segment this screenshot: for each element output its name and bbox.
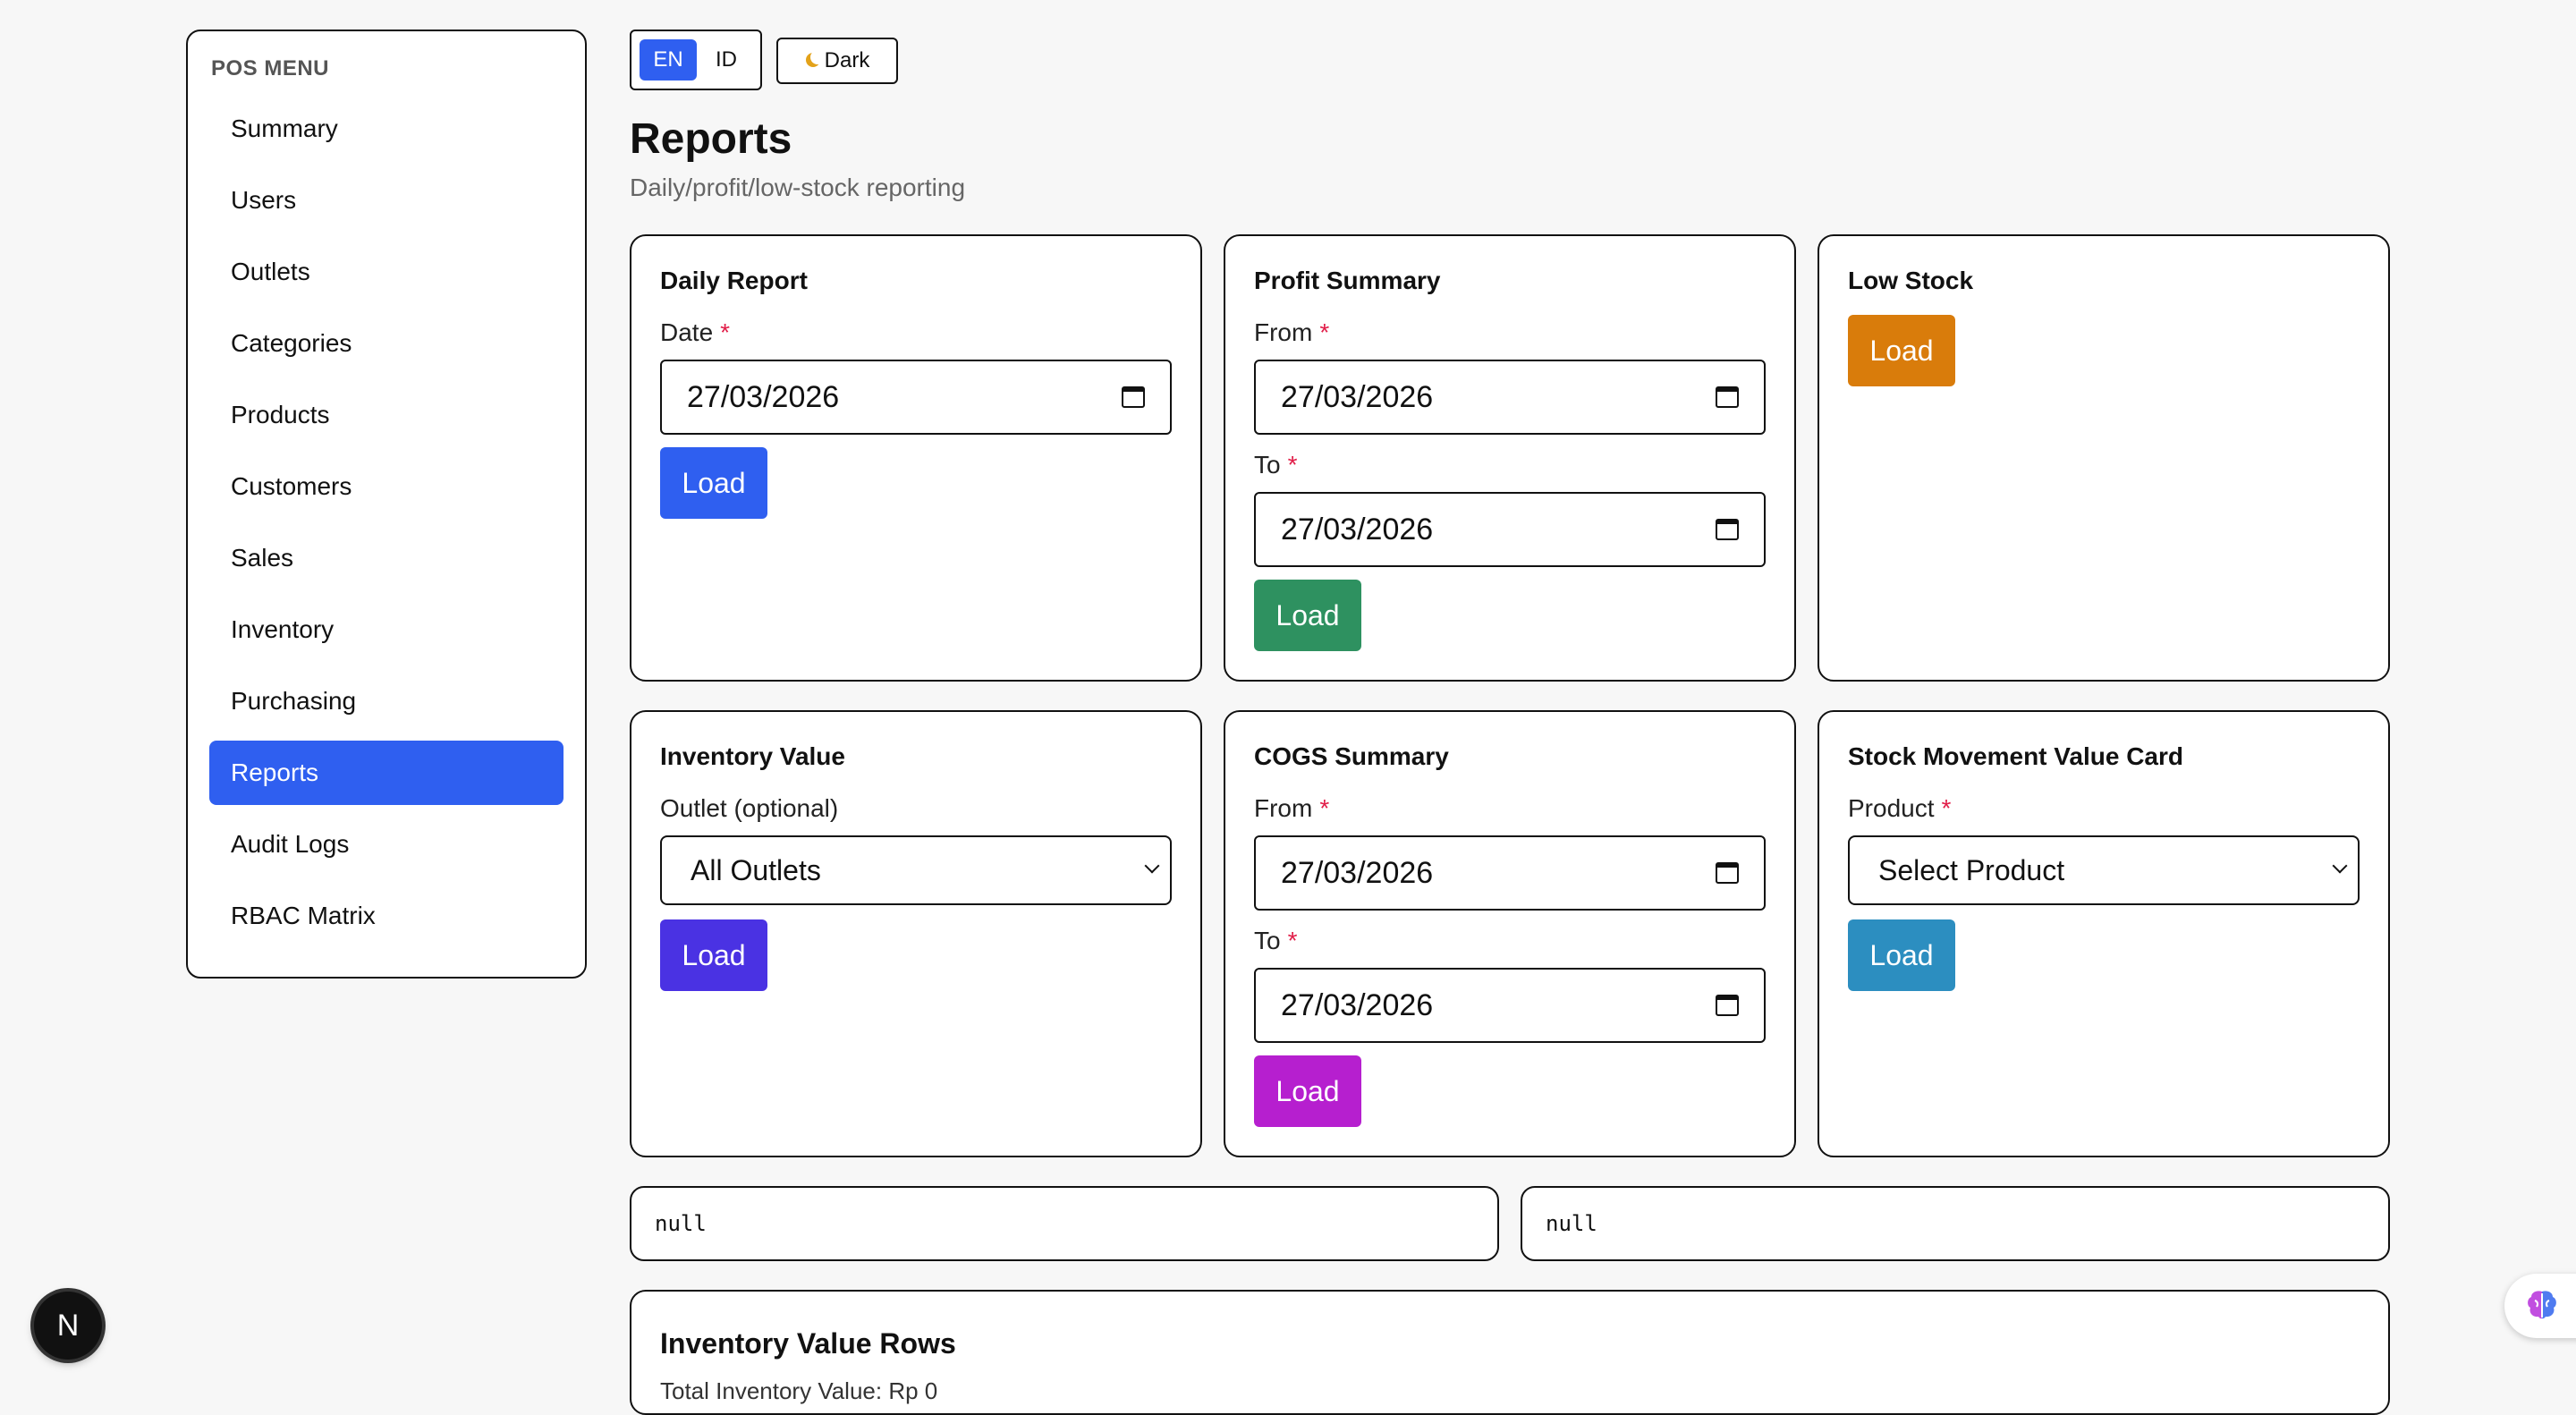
output-panel-left: null (630, 1186, 1499, 1261)
low-stock-load-button[interactable]: Load (1848, 315, 1955, 386)
sidebar-item-customers[interactable]: Customers (209, 454, 564, 519)
inventory-value-rows-card: Inventory Value Rows Total Inventory Val… (630, 1290, 2390, 1415)
to-label: To * (1254, 927, 1298, 954)
stock-movement-card: Stock Movement Value Card Product * Selec… (1818, 710, 2390, 1157)
date-value: 27/03/2026 (687, 380, 840, 414)
select-value: Select Product (1878, 854, 2065, 886)
daily-date-input[interactable]: 27/03/2026 (660, 360, 1172, 435)
card-title: Inventory Value (660, 742, 845, 770)
sidebar-item-purchasing[interactable]: Purchasing (209, 669, 564, 733)
card-title: Inventory Value Rows (660, 1327, 956, 1360)
cogs-summary-card: COGS Summary From * 27/03/2026 To * 27/03/… (1224, 710, 1796, 1157)
calendar-icon[interactable] (1716, 386, 1739, 408)
date-value: 27/03/2026 (1281, 856, 1434, 890)
profit-to-input[interactable]: 27/03/2026 (1254, 492, 1766, 567)
sidebar-item-summary[interactable]: Summary (209, 97, 564, 161)
card-title: Daily Report (660, 267, 808, 294)
sidebar-item-products[interactable]: Products (209, 383, 564, 447)
stock-movement-load-button[interactable]: Load (1848, 919, 1955, 991)
calendar-icon[interactable] (1716, 862, 1739, 884)
lang-en-button[interactable]: EN (640, 39, 697, 80)
card-title: COGS Summary (1254, 742, 1449, 770)
daily-report-card: Daily Report Date * 27/03/2026 Load (630, 234, 1202, 682)
assistant-tab[interactable] (2504, 1274, 2576, 1338)
page-title: Reports (630, 115, 792, 163)
lang-id-button[interactable]: ID (698, 39, 755, 80)
date-value: 27/03/2026 (1281, 380, 1434, 414)
dark-mode-button[interactable]: Dark (776, 38, 898, 84)
sidebar-item-rbac-matrix[interactable]: RBAC Matrix (209, 884, 564, 948)
dark-mode-label: Dark (824, 48, 870, 72)
cogs-from-input[interactable]: 27/03/2026 (1254, 835, 1766, 911)
product-label: Product * (1848, 794, 1952, 822)
inventory-value-card: Inventory Value Outlet (optional) All Ou… (630, 710, 1202, 1157)
moon-icon (810, 50, 825, 64)
output-panel-right: null (1521, 1186, 2390, 1261)
cogs-load-button[interactable]: Load (1254, 1055, 1361, 1127)
calendar-icon[interactable] (1716, 519, 1739, 540)
profit-from-input[interactable]: 27/03/2026 (1254, 360, 1766, 435)
total-inventory-value: Total Inventory Value: Rp 0 (660, 1377, 938, 1404)
outlet-select[interactable]: All Outlets (660, 835, 1172, 905)
sidebar-item-reports[interactable]: Reports (209, 741, 564, 805)
card-title: Profit Summary (1254, 267, 1441, 294)
select-value: All Outlets (691, 854, 821, 886)
date-label: Date * (660, 318, 731, 346)
card-title: Stock Movement Value Card (1848, 742, 2184, 770)
low-stock-card: Low Stock Load (1818, 234, 2390, 682)
sidebar-title: POS MENU (211, 56, 330, 80)
inventory-load-button[interactable]: Load (660, 919, 767, 991)
daily-load-button[interactable]: Load (660, 447, 767, 519)
profit-summary-card: Profit Summary From * 27/03/2026 To * 27/0… (1224, 234, 1796, 682)
from-label: From * (1254, 318, 1330, 346)
chevron-down-icon (2332, 858, 2348, 874)
brain-icon (2528, 1291, 2556, 1319)
sidebar: POS MENU Summary Users Outlets Categorie… (186, 30, 587, 979)
language-switcher: EN ID (630, 30, 762, 90)
to-label: To * (1254, 451, 1298, 479)
sidebar-item-audit-logs[interactable]: Audit Logs (209, 812, 564, 877)
profit-load-button[interactable]: Load (1254, 580, 1361, 651)
sidebar-item-categories[interactable]: Categories (209, 311, 564, 376)
cogs-to-input[interactable]: 27/03/2026 (1254, 968, 1766, 1043)
calendar-icon[interactable] (1122, 386, 1145, 408)
from-label: From * (1254, 794, 1330, 822)
date-value: 27/03/2026 (1281, 513, 1434, 547)
page-subtitle: Daily/profit/low-stock reporting (630, 174, 966, 201)
sidebar-item-users[interactable]: Users (209, 168, 564, 233)
calendar-icon[interactable] (1716, 995, 1739, 1016)
outlet-label: Outlet (optional) (660, 794, 839, 822)
sidebar-item-inventory[interactable]: Inventory (209, 597, 564, 662)
sidebar-item-outlets[interactable]: Outlets (209, 240, 564, 304)
card-title: Low Stock (1848, 267, 1974, 294)
product-select[interactable]: Select Product (1848, 835, 2360, 905)
sidebar-item-sales[interactable]: Sales (209, 526, 564, 590)
date-value: 27/03/2026 (1281, 988, 1434, 1022)
dev-tools-badge[interactable]: N (34, 1292, 102, 1360)
chevron-down-icon (1144, 858, 1160, 874)
